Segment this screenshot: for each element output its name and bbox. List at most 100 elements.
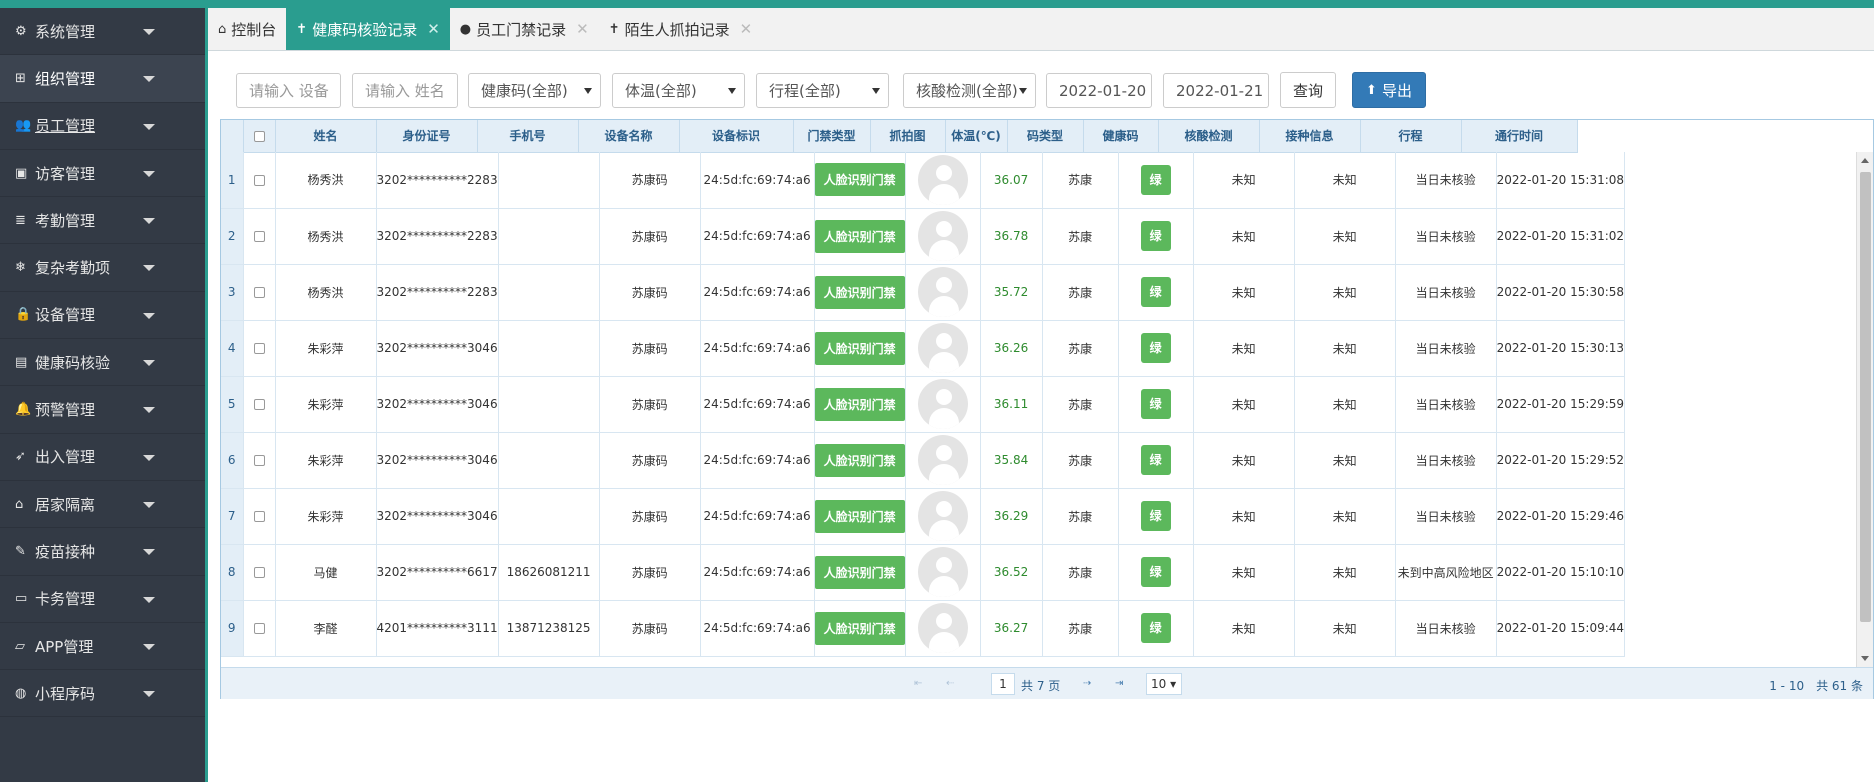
- prev-page-icon[interactable]: ⇠: [946, 678, 954, 689]
- select-all-checkbox[interactable]: [253, 130, 265, 142]
- first-page-icon[interactable]: ⇤: [914, 678, 922, 689]
- snapshot-avatar[interactable]: [917, 154, 968, 205]
- table-row[interactable]: 7 朱彩萍 3202**********3046 苏康码 24:5d:fc:69:74:…: [221, 488, 1626, 545]
- chevron-down-icon[interactable]: [143, 218, 155, 225]
- page-size-select[interactable]: 10 ▾: [1146, 673, 1182, 695]
- tab[interactable]: ✝ 陌生人抓拍记录 ✕: [599, 8, 763, 50]
- door-type-badge: 人脸识别门禁: [814, 387, 905, 421]
- sidebar-item[interactable]: ≣ 考勤管理: [0, 197, 205, 245]
- sidebar-item[interactable]: ➶ 出入管理: [0, 434, 205, 481]
- chevron-down-icon[interactable]: [143, 265, 155, 272]
- chevron-down-icon[interactable]: [143, 312, 155, 319]
- sidebar-item[interactable]: ▱ APP管理: [0, 623, 205, 671]
- sidebar-item[interactable]: 🔔 预警管理: [0, 386, 205, 434]
- chevron-down-icon[interactable]: [143, 454, 155, 461]
- temperature-select[interactable]: 体温(全部): [612, 73, 745, 108]
- snapshot-avatar[interactable]: [917, 379, 968, 429]
- snapshot-avatar[interactable]: [917, 435, 968, 485]
- table-row[interactable]: 4 朱彩萍 3202**********3046 苏康码 24:5d:fc:69:74:…: [221, 320, 1626, 377]
- row-checkbox[interactable]: [253, 455, 265, 466]
- export-button[interactable]: ⬆ 导出: [1352, 72, 1426, 108]
- cell-mac: 24:5d:fc:69:74:a6: [700, 432, 815, 489]
- tab-bar: ⌂ 控制台 ✝ 健康码核验记录 ✕ ● 员工门禁记录 ✕ ✝ 陌生人抓拍记录 ✕: [208, 8, 1874, 51]
- snapshot-avatar[interactable]: [917, 603, 968, 653]
- sidebar-item[interactable]: ⚙ 系统管理: [0, 8, 205, 56]
- row-checkbox[interactable]: [253, 623, 265, 634]
- snapshot-avatar[interactable]: [917, 267, 968, 317]
- close-icon[interactable]: ✕: [576, 20, 589, 38]
- table-row[interactable]: 2 杨秀洪 3202**********2283 苏康码 24:5d:fc:69:74:…: [221, 208, 1626, 265]
- row-checkbox[interactable]: [253, 343, 265, 354]
- date-from-input[interactable]: 2022-01-20: [1046, 73, 1152, 108]
- cell-device: 苏康码: [599, 432, 701, 489]
- sidebar-item[interactable]: ▭ 卡务管理: [0, 576, 205, 623]
- column-header[interactable]: [243, 120, 276, 153]
- row-checkbox[interactable]: [253, 231, 265, 242]
- chevron-down-icon[interactable]: [143, 123, 155, 130]
- row-checkbox[interactable]: [253, 287, 265, 298]
- sidebar-item[interactable]: ⊞ 组织管理: [0, 55, 205, 103]
- next-page-icon[interactable]: ⇢: [1083, 678, 1091, 689]
- page-number-input[interactable]: 1: [991, 673, 1015, 695]
- chevron-down-icon[interactable]: [143, 170, 155, 177]
- scroll-up-icon[interactable]: [1861, 158, 1869, 163]
- table-row[interactable]: 6 朱彩萍 3202**********3046 苏康码 24:5d:fc:69:74:…: [221, 432, 1626, 489]
- cell-health-code: 绿: [1118, 208, 1194, 265]
- table-row[interactable]: 9 李醛 4201**********3111 13871238125 苏康码 24:5d…: [221, 600, 1626, 657]
- sidebar-item[interactable]: ⌂ 居家隔离: [0, 481, 205, 529]
- table-row[interactable]: 8 马健 3202**********6617 18626081211 苏康码 24:5d…: [221, 544, 1626, 601]
- tab-label: 健康码核验记录: [312, 20, 418, 39]
- vertical-scrollbar[interactable]: [1856, 152, 1873, 667]
- health-code-select[interactable]: 健康码(全部): [468, 73, 601, 108]
- tab[interactable]: ● 员工门禁记录 ✕: [450, 8, 599, 50]
- sidebar-item[interactable]: ▤ 健康码核验: [0, 339, 205, 387]
- row-checkbox-cell: [243, 544, 276, 601]
- gear-icon: ⚙: [15, 23, 27, 39]
- avatar-head: [935, 333, 952, 349]
- date-to-input[interactable]: 2022-01-21: [1163, 73, 1269, 108]
- sidebar-item[interactable]: 👥 员工管理: [0, 103, 205, 150]
- chevron-down-icon[interactable]: [143, 501, 155, 508]
- row-checkbox[interactable]: [253, 511, 265, 522]
- tab[interactable]: ✝ 健康码核验记录 ✕: [286, 8, 450, 50]
- cell-time: 2022-01-20 15:09:44: [1496, 600, 1626, 657]
- row-checkbox[interactable]: [253, 567, 265, 578]
- query-button[interactable]: 查询: [1280, 72, 1336, 108]
- sidebar-item[interactable]: ✎ 疫苗接种: [0, 528, 205, 576]
- sidebar-item[interactable]: ▣ 访客管理: [0, 150, 205, 198]
- scroll-down-icon[interactable]: [1861, 656, 1869, 661]
- close-icon[interactable]: ✕: [740, 20, 753, 38]
- chevron-down-icon[interactable]: [143, 76, 155, 83]
- snapshot-avatar[interactable]: [917, 547, 968, 597]
- row-checkbox[interactable]: [253, 399, 265, 410]
- itinerary-select[interactable]: 行程(全部): [756, 73, 889, 108]
- close-icon[interactable]: ✕: [427, 20, 440, 38]
- chevron-down-icon[interactable]: [143, 549, 155, 556]
- row-checkbox[interactable]: [253, 174, 265, 186]
- last-page-icon[interactable]: ⇥: [1115, 678, 1123, 689]
- sidebar-item[interactable]: ❄ 复杂考勤项: [0, 244, 205, 292]
- chevron-down-icon[interactable]: [143, 360, 155, 367]
- sidebar-item[interactable]: 🔒 设备管理: [0, 292, 205, 340]
- device-search-input[interactable]: 请输入 设备: [236, 73, 341, 108]
- chevron-down-icon[interactable]: [143, 407, 155, 414]
- chevron-down-icon[interactable]: [143, 691, 155, 698]
- snapshot-avatar[interactable]: [917, 491, 968, 541]
- cell-photo: [905, 432, 981, 489]
- chevron-down-icon[interactable]: [143, 29, 155, 35]
- cell-temp: 35.84: [980, 432, 1043, 489]
- chevron-down-icon[interactable]: [143, 643, 155, 650]
- scroll-thumb[interactable]: [1860, 172, 1871, 622]
- table-row[interactable]: 1 杨秀洪 3202**********2283 苏康码 24:5d:fc:69:74:…: [221, 152, 1626, 209]
- sidebar-item[interactable]: ◍ 小程序码: [0, 670, 205, 718]
- tab[interactable]: ⌂ 控制台: [208, 8, 286, 50]
- table-row[interactable]: 5 朱彩萍 3202**********3046 苏康码 24:5d:fc:69:74:…: [221, 376, 1626, 433]
- snapshot-avatar[interactable]: [917, 323, 968, 373]
- chevron-down-icon[interactable]: [143, 596, 155, 603]
- name-search-input[interactable]: 请输入 姓名: [352, 73, 458, 108]
- cell-time: 2022-01-20 15:30:13: [1496, 320, 1626, 377]
- snapshot-avatar[interactable]: [917, 211, 968, 261]
- health-code-badge: 绿: [1140, 277, 1171, 307]
- nucleic-select[interactable]: 核酸检测(全部): [903, 73, 1036, 108]
- table-row[interactable]: 3 杨秀洪 3202**********2283 苏康码 24:5d:fc:69:74:…: [221, 264, 1626, 321]
